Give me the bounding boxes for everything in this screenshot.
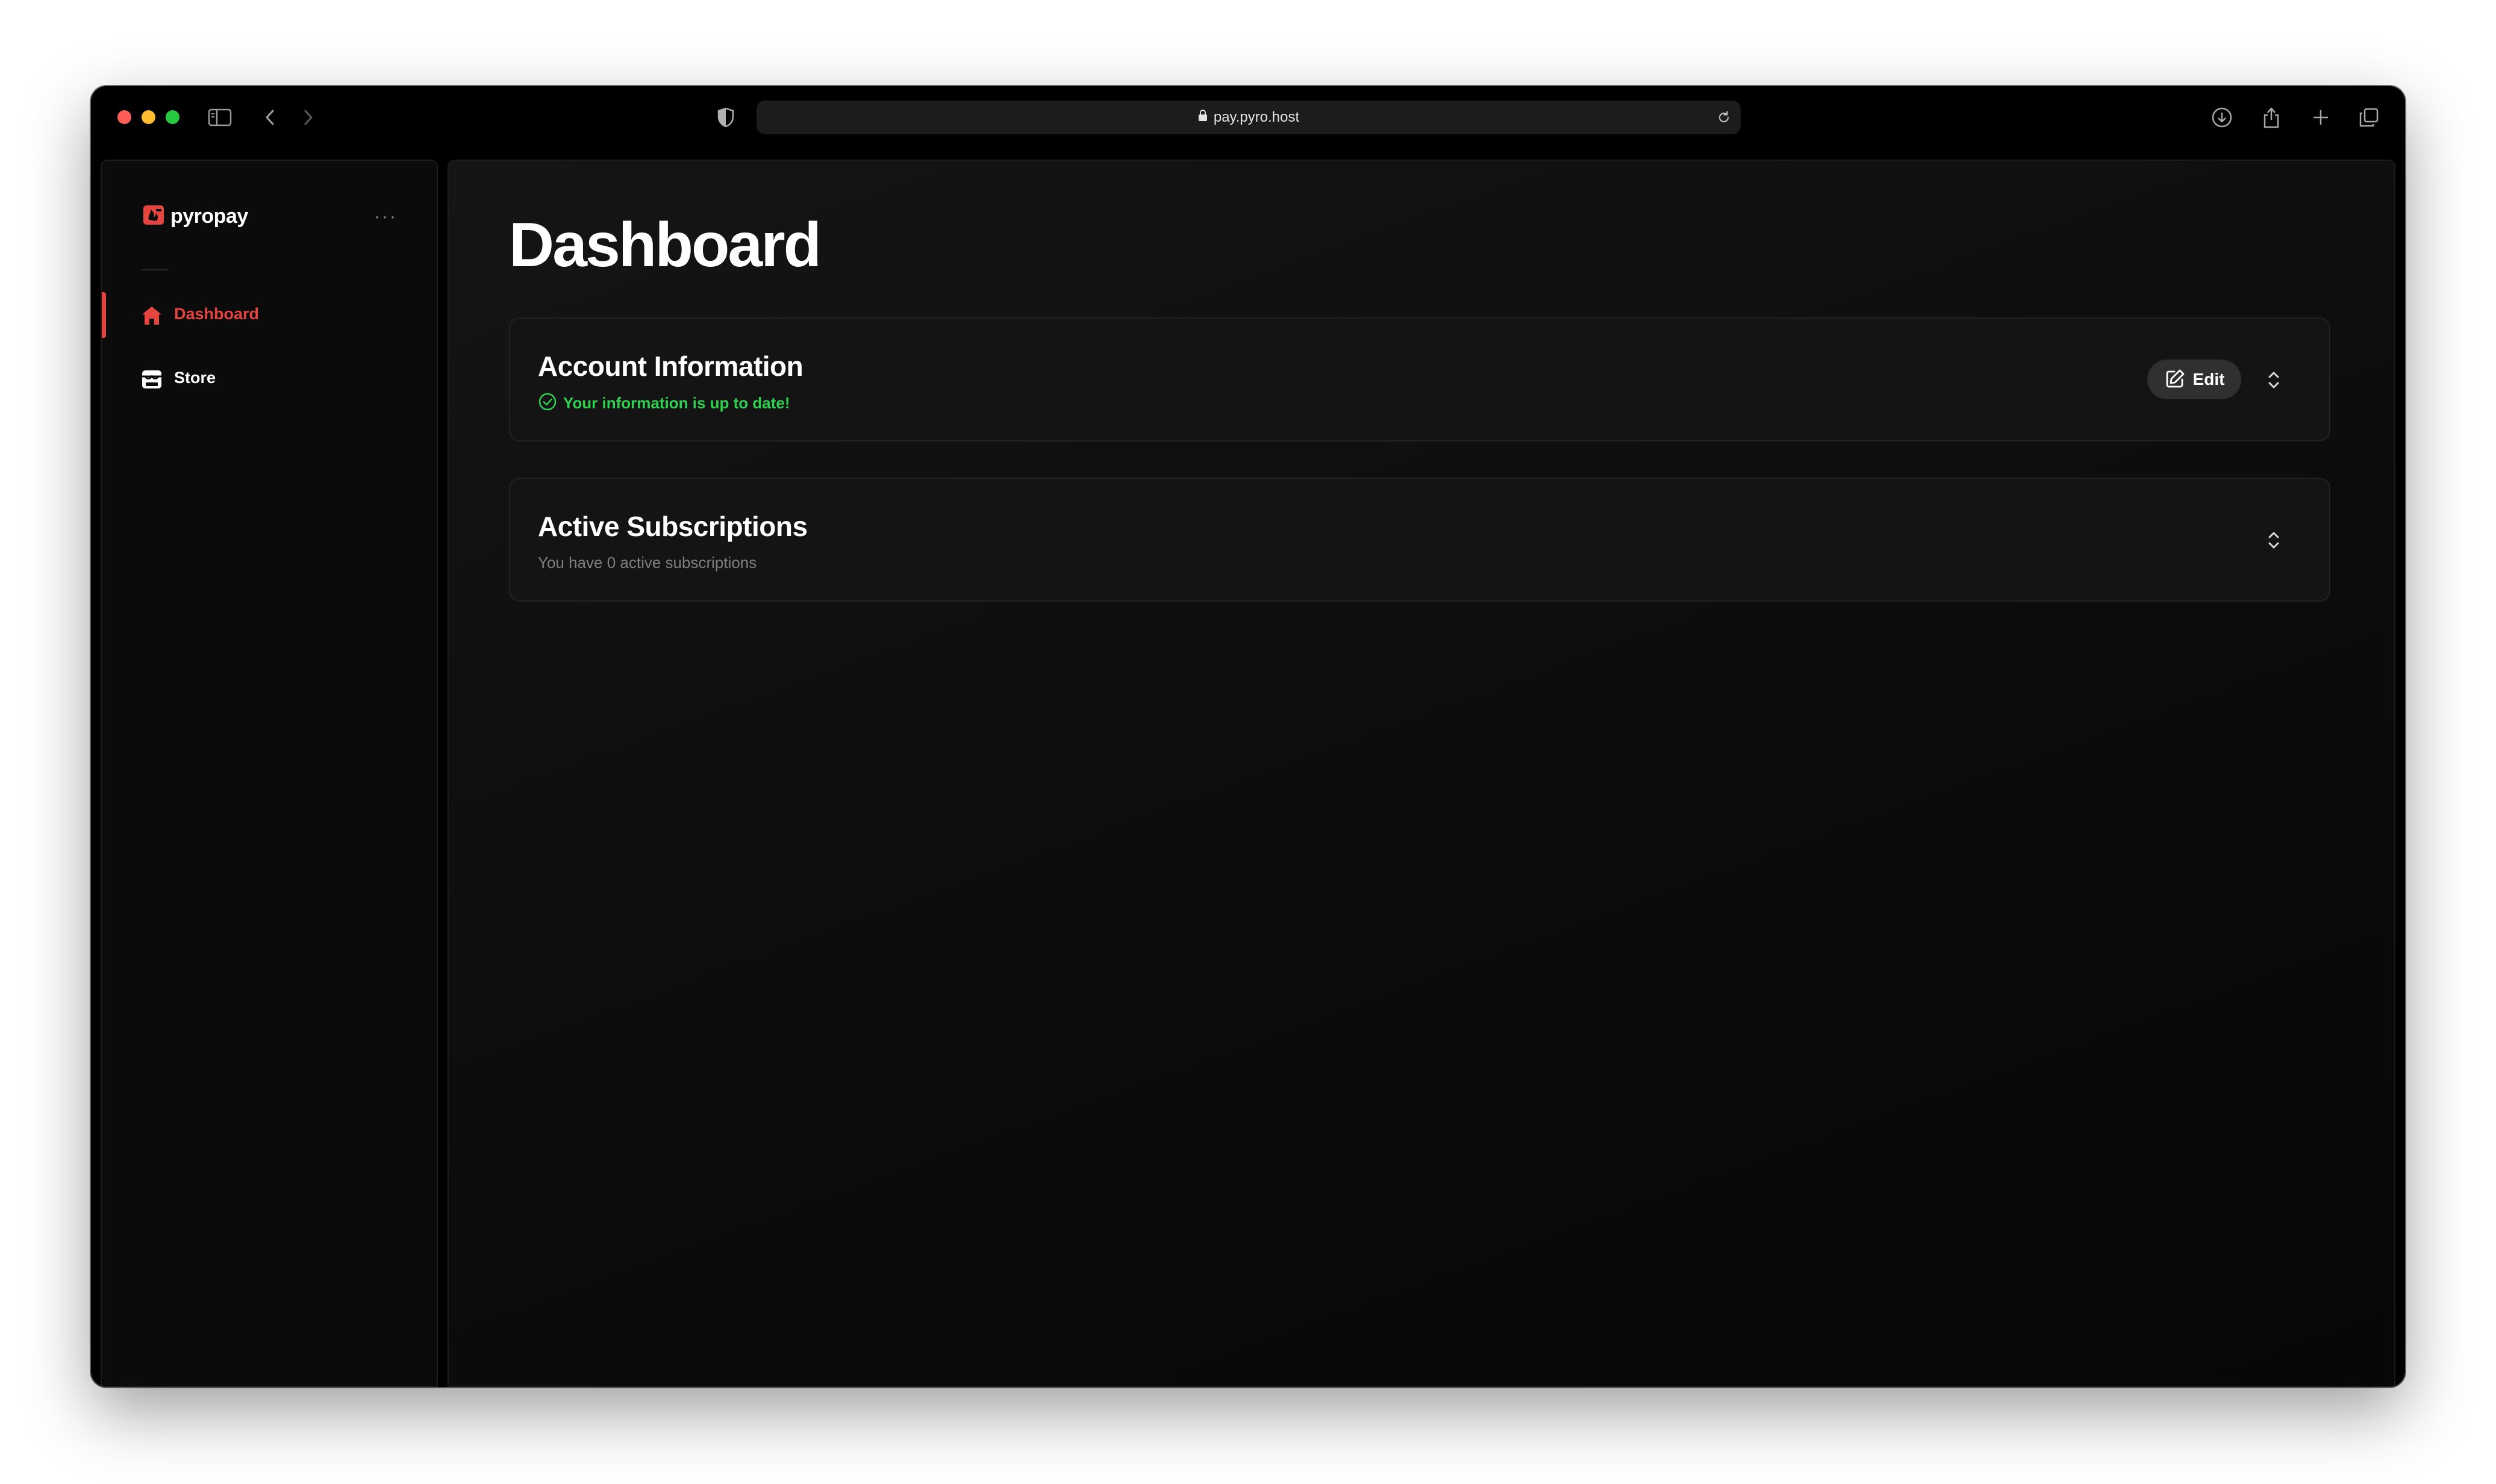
page-title: Dashboard bbox=[509, 210, 822, 280]
address-bar[interactable]: pay.pyro.host bbox=[757, 101, 1741, 134]
pyropay-logo-icon bbox=[142, 203, 166, 230]
status-text: Your information is up to date! bbox=[563, 394, 790, 412]
sidebar: pyropay ··· Dashboard Store bbox=[101, 160, 438, 1387]
forward-icon[interactable] bbox=[299, 106, 317, 129]
sidebar-toggle-icon[interactable] bbox=[207, 106, 233, 129]
browser-window: pay.pyro.host pyropay ··· Dashboard Stor… bbox=[91, 86, 2405, 1387]
sidebar-item-store[interactable]: Store bbox=[102, 361, 437, 397]
sidebar-divider bbox=[142, 269, 168, 270]
chevron-up-down-icon[interactable] bbox=[2262, 527, 2286, 553]
new-tab-icon[interactable] bbox=[2309, 105, 2333, 129]
account-status: Your information is up to date! bbox=[538, 392, 790, 414]
card-title: Active Subscriptions bbox=[538, 511, 808, 542]
tab-overview-icon[interactable] bbox=[2357, 105, 2381, 129]
sidebar-item-label: Dashboard bbox=[174, 305, 260, 323]
check-circle-icon bbox=[538, 392, 557, 414]
zoom-window-button[interactable] bbox=[166, 110, 179, 124]
close-window-button[interactable] bbox=[117, 110, 131, 124]
back-icon[interactable] bbox=[261, 106, 279, 129]
reload-icon[interactable] bbox=[1715, 109, 1732, 126]
browser-toolbar: pay.pyro.host bbox=[91, 86, 2405, 158]
chevron-up-down-icon[interactable] bbox=[2262, 367, 2286, 393]
sidebar-item-dashboard[interactable]: Dashboard bbox=[102, 292, 437, 338]
active-subscriptions-card: Active Subscriptions You have 0 active s… bbox=[509, 478, 2330, 602]
house-icon bbox=[140, 304, 163, 327]
store-icon bbox=[140, 368, 163, 391]
edit-button[interactable]: Edit bbox=[2147, 360, 2241, 399]
subscriptions-count-text: You have 0 active subscriptions bbox=[538, 553, 757, 572]
privacy-shield-icon[interactable] bbox=[715, 105, 737, 129]
lock-icon bbox=[1198, 109, 1208, 126]
main-content: Dashboard Account Information Your infor… bbox=[448, 160, 2395, 1387]
sidebar-item-label: Store bbox=[174, 369, 216, 387]
downloads-icon[interactable] bbox=[2210, 105, 2234, 129]
card-title: Account Information bbox=[538, 351, 803, 382]
active-indicator bbox=[102, 292, 106, 338]
brand-logo[interactable]: pyropay bbox=[142, 203, 248, 230]
brand-name: pyropay bbox=[170, 205, 248, 228]
share-icon[interactable] bbox=[2259, 104, 2283, 131]
edit-icon bbox=[2164, 368, 2186, 391]
edit-label: Edit bbox=[2192, 370, 2225, 388]
more-options-icon[interactable]: ··· bbox=[374, 207, 398, 227]
minimize-window-button[interactable] bbox=[142, 110, 155, 124]
account-information-card: Account Information Your information is … bbox=[509, 317, 2330, 441]
address-url: pay.pyro.host bbox=[1213, 109, 1300, 125]
